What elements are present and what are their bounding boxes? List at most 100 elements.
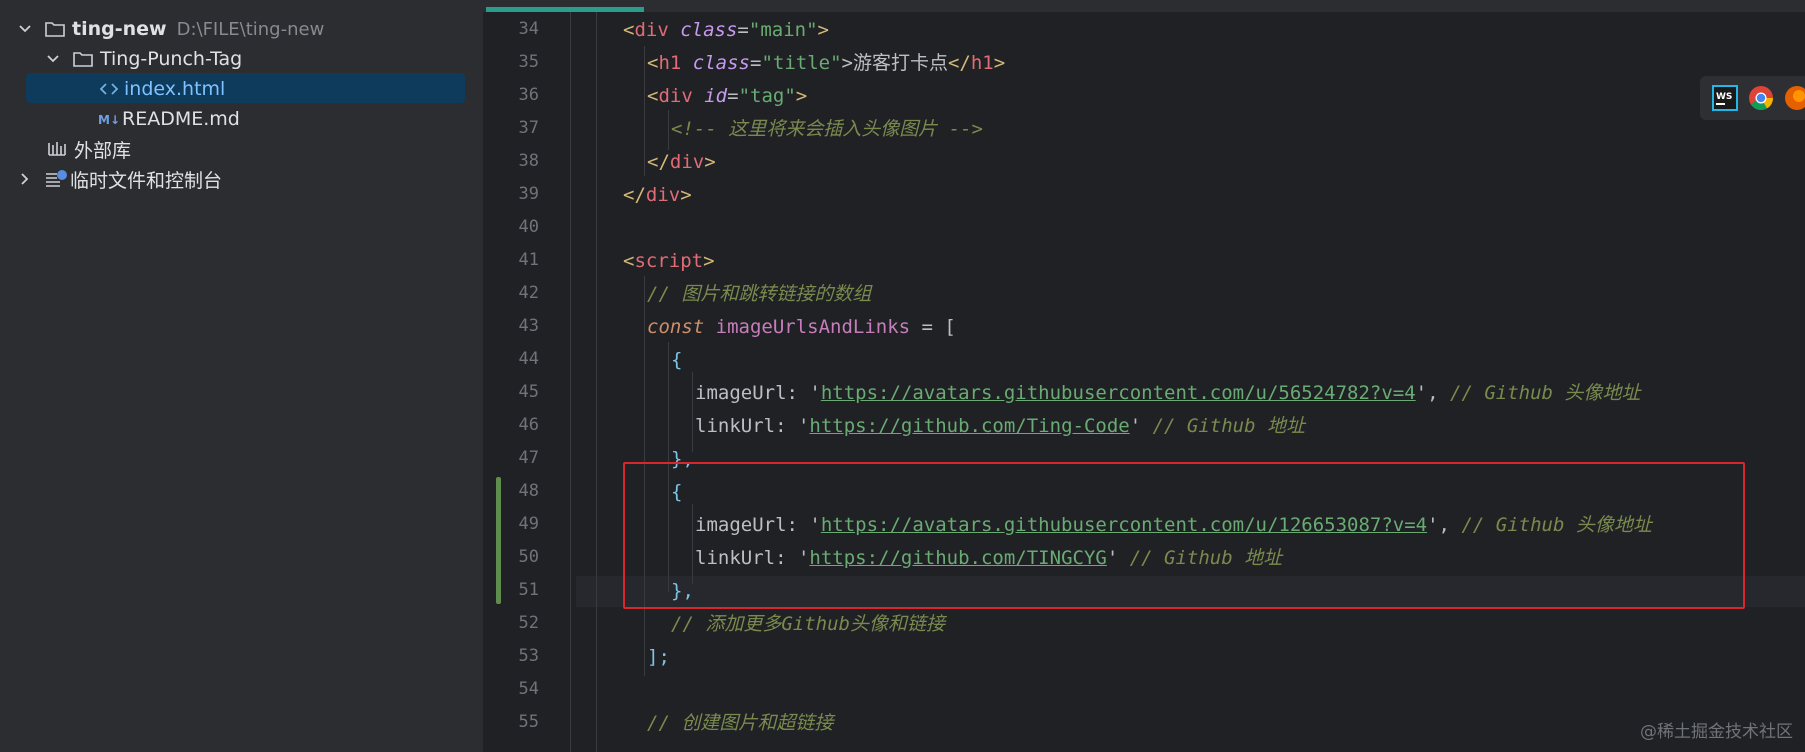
line-number: 38 [518, 151, 539, 171]
markdown-file-icon: M↓ [98, 109, 120, 129]
file-name: index.html [124, 78, 226, 100]
folder-icon [72, 49, 94, 69]
comment: // Github 地址 [1141, 415, 1305, 437]
url-link[interactable]: https://github.com/Ting-Code [809, 415, 1129, 437]
tree-item-external-libraries[interactable]: 外部库 [46, 134, 131, 164]
line-number: 47 [518, 448, 539, 468]
tag-bracket: > [795, 85, 808, 107]
tag-bracket: > [993, 52, 1006, 74]
highlight-annotation-box [623, 462, 1745, 609]
line-number: 49 [518, 514, 539, 534]
tag-bracket: > [704, 151, 716, 173]
attribute: id [692, 85, 728, 107]
attribute: class [668, 19, 738, 41]
code-line-53[interactable]: ]; [647, 642, 670, 673]
comment: // 添加更多Github头像和链接 [671, 613, 945, 635]
code-line-43[interactable]: const imageUrlsAndLinks = [ [647, 312, 956, 343]
tree-item-readme[interactable]: M↓ README.md [98, 104, 240, 134]
code-line-46[interactable]: linkUrl: 'https://github.com/Ting-Code' … [695, 411, 1305, 442]
firefox-icon[interactable] [1784, 85, 1805, 111]
scratches-icon [44, 169, 67, 189]
project-path: D:\FILE\ting-new [176, 18, 325, 40]
line-number: 53 [518, 646, 539, 666]
comment: // 创建图片和超链接 [647, 712, 834, 734]
code-line-42[interactable]: // 图片和跳转链接的数组 [647, 279, 871, 310]
tag-bracket: </ [623, 184, 646, 206]
punct: = [749, 52, 762, 74]
code-line-34[interactable]: <div class="main"> [623, 15, 829, 46]
punct: ', [1415, 382, 1439, 404]
punct: = [737, 19, 749, 41]
tag-bracket: > [680, 184, 692, 206]
chevron-down-icon[interactable] [18, 22, 32, 36]
tree-item-scratches[interactable]: 临时文件和控制台 [18, 164, 222, 194]
tree-item-index-html[interactable]: index.html [98, 74, 225, 104]
webstorm-icon[interactable]: WS [1712, 85, 1738, 111]
chevron-right-icon[interactable] [18, 172, 32, 186]
line-number: 46 [518, 415, 539, 435]
code-line-36[interactable]: <div id="tag"> [647, 81, 807, 112]
line-number: 48 [518, 481, 539, 501]
tree-item-folder[interactable]: Ting-Punch-Tag [46, 44, 242, 74]
line-number: 43 [518, 316, 539, 336]
tag-name: h1 [970, 52, 994, 74]
property: linkUrl [695, 415, 776, 437]
project-tree-panel: ting-new D:\FILE\ting-new Ting-Punch-Tag… [0, 0, 483, 752]
tree-item-project-root[interactable]: ting-new D:\FILE\ting-new [18, 14, 324, 44]
punct: ]; [647, 646, 670, 668]
line-number: 39 [518, 184, 539, 204]
line-number: 34 [518, 19, 539, 39]
browser-preview-toolbar: WS [1700, 76, 1805, 120]
punct: : ' [775, 415, 810, 437]
library-icon [46, 139, 68, 159]
editor-tab-strip [483, 0, 1805, 12]
punct: : ' [786, 382, 821, 404]
code-line-52[interactable]: // 添加更多Github头像和链接 [671, 609, 945, 640]
line-number: 44 [518, 349, 539, 369]
string: "title" [761, 52, 842, 74]
code-line-38[interactable]: </div> [647, 147, 716, 178]
code-line-37[interactable]: <!-- 这里将来会插入头像图片 --> [671, 114, 983, 145]
code-line-44[interactable]: { [671, 345, 682, 376]
tag-name: div [669, 151, 705, 173]
line-number: 52 [518, 613, 539, 633]
tag-bracket: </ [647, 151, 670, 173]
url-link[interactable]: https://avatars.githubusercontent.com/u/… [821, 382, 1416, 404]
tag-name: script [634, 250, 704, 272]
tag-bracket: < [623, 250, 635, 272]
punct: = [ [910, 316, 956, 338]
string: "main" [748, 19, 818, 41]
code-line-45[interactable]: imageUrl: 'https://avatars.githubusercon… [695, 378, 1640, 409]
indent-guide [668, 110, 669, 150]
line-number: 35 [518, 52, 539, 72]
project-name: ting-new [72, 18, 167, 40]
code-line-35[interactable]: <h1 class="title">游客打卡点</h1> [647, 48, 1005, 79]
tag-bracket: < [647, 85, 659, 107]
punct: ' [1129, 415, 1142, 437]
keyword: const [647, 316, 705, 338]
punct: = [727, 85, 739, 107]
line-number: 45 [518, 382, 539, 402]
chrome-icon[interactable] [1748, 85, 1774, 111]
code-line-55[interactable]: // 创建图片和超链接 [647, 708, 833, 739]
tag-name: div [645, 184, 681, 206]
tag-name: div [658, 85, 693, 107]
line-number: 41 [518, 250, 539, 270]
line-number: 36 [518, 85, 539, 105]
folder-icon [44, 19, 66, 39]
code-line-41[interactable]: <script> [623, 246, 715, 277]
svg-text:M↓: M↓ [98, 113, 120, 127]
text-content: >游客打卡点 [841, 52, 948, 74]
indent-guide [644, 46, 645, 176]
chevron-down-icon[interactable] [46, 52, 60, 66]
indent-guide [570, 12, 571, 752]
tag-bracket: </ [947, 52, 971, 74]
property: imageUrl [695, 382, 787, 404]
code-editor[interactable]: 34 35 36 37 38 39 40 41 42 43 44 45 46 47 48 49 50 51 52 53… [483, 0, 1805, 752]
code-line-39[interactable]: </div> [623, 180, 692, 211]
tag-bracket: > [817, 19, 829, 41]
string: "tag" [738, 85, 796, 107]
line-number: 40 [518, 217, 539, 237]
line-number: 50 [518, 547, 539, 567]
tag-bracket: < [623, 19, 635, 41]
